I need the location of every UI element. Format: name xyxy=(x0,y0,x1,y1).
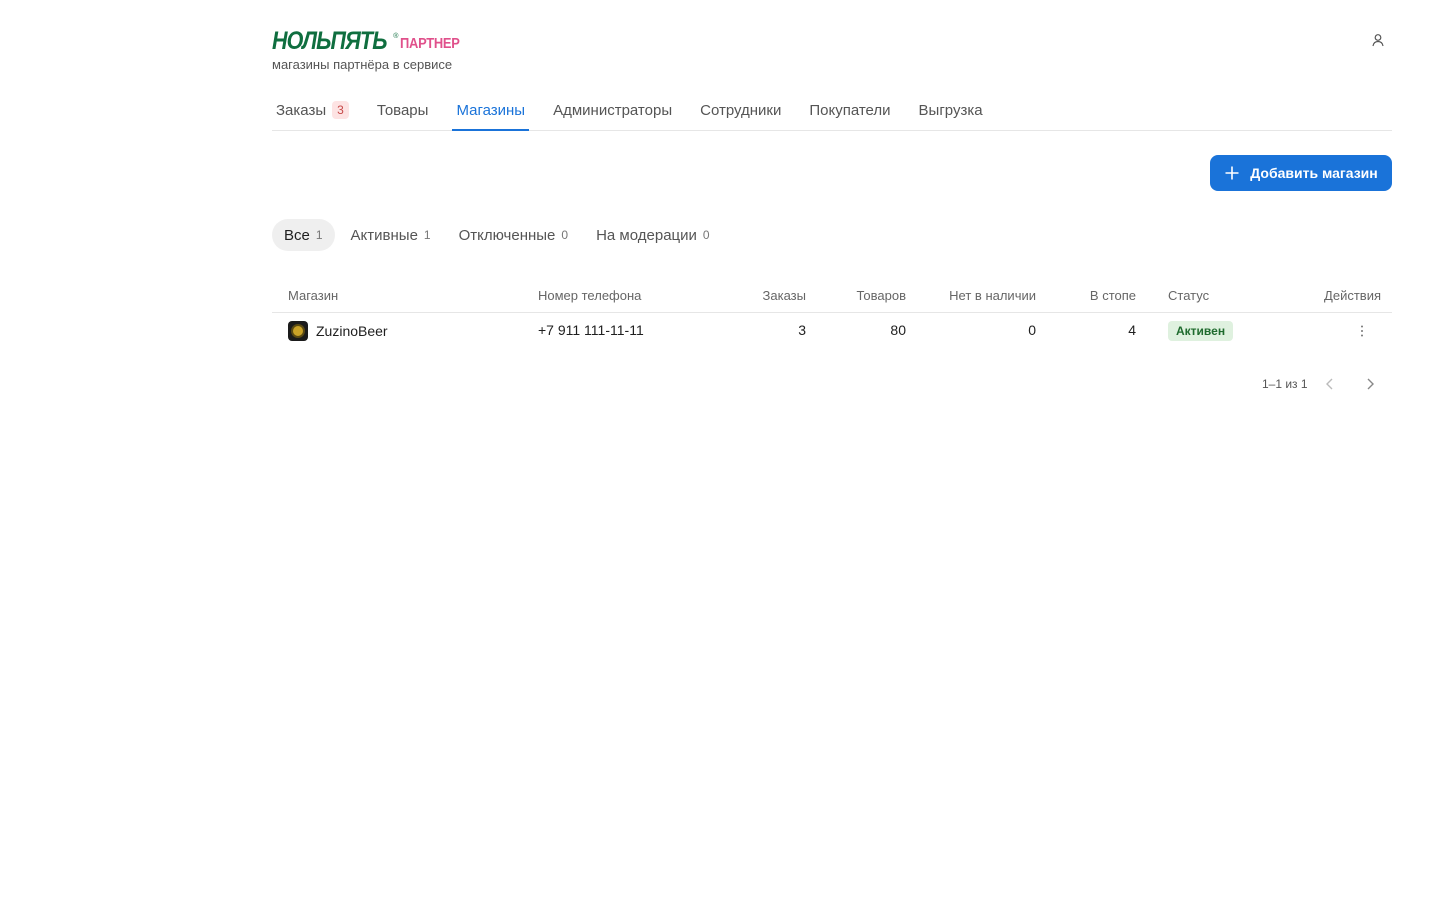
more-vertical-icon[interactable] xyxy=(1354,323,1370,339)
table-header: Магазин Номер телефона Заказы Товаров Не… xyxy=(272,280,1392,313)
user-icon[interactable] xyxy=(1370,32,1386,48)
filter-count: 1 xyxy=(315,228,323,242)
add-shop-button[interactable]: Добавить магазин xyxy=(1210,155,1392,191)
shop-cell[interactable]: ZuzinoBeer xyxy=(288,321,388,341)
tab-label: Администраторы xyxy=(553,101,673,119)
tab-customers[interactable]: Покупатели xyxy=(805,90,894,130)
filter-moderation[interactable]: На модерации 0 xyxy=(584,219,721,251)
shop-name: ZuzinoBeer xyxy=(316,323,388,339)
filter-all[interactable]: Все 1 xyxy=(272,219,335,251)
filter-count: 0 xyxy=(702,228,710,242)
add-shop-label: Добавить магазин xyxy=(1250,165,1378,181)
tab-employees[interactable]: Сотрудники xyxy=(696,90,785,130)
pagination: 1–1 из 1 xyxy=(1262,374,1378,394)
shop-orders: 3 xyxy=(798,322,806,338)
status-filters: Все 1 Активные 1 Отключенные 0 На модера… xyxy=(272,219,726,251)
shop-products: 80 xyxy=(890,322,906,338)
filter-active[interactable]: Активные 1 xyxy=(339,219,443,251)
column-stopped: В стопе xyxy=(1089,288,1136,303)
tab-products[interactable]: Товары xyxy=(373,90,433,130)
filter-label: Все xyxy=(284,226,310,244)
shop-phone: +7 911 111-11-11 xyxy=(538,322,644,338)
column-products: Товаров xyxy=(856,288,906,303)
filter-label: Активные xyxy=(350,226,418,244)
filter-count: 1 xyxy=(423,228,431,242)
orders-count-badge: 3 xyxy=(332,101,349,119)
tab-export[interactable]: Выгрузка xyxy=(915,90,987,130)
tab-label: Покупатели xyxy=(809,101,891,119)
status-cell: Активен xyxy=(1168,321,1234,341)
brand-logo[interactable]: НОЛЬПЯТЬ ® ПАРТНЕР xyxy=(272,24,470,54)
tab-shops[interactable]: Магазины xyxy=(452,90,529,131)
chevron-right-icon[interactable] xyxy=(1362,376,1378,392)
column-actions: Действия xyxy=(1324,288,1381,303)
column-orders: Заказы xyxy=(762,288,806,303)
table-row[interactable]: ZuzinoBeer +7 911 111-11-11 3 80 0 4 Акт… xyxy=(272,313,1392,349)
shop-stopped: 4 xyxy=(1128,322,1136,338)
tab-label: Сотрудники xyxy=(700,101,782,119)
pagination-range: 1–1 из 1 xyxy=(1262,377,1308,391)
row-actions[interactable] xyxy=(1354,323,1370,342)
page-header: НОЛЬПЯТЬ ® ПАРТНЕР магазины партнёра в с… xyxy=(272,24,1392,76)
tab-label: Магазины xyxy=(456,101,526,119)
logo-registered-mark: ® xyxy=(393,33,399,40)
tab-label: Товары xyxy=(376,101,429,119)
shops-table: Магазин Номер телефона Заказы Товаров Не… xyxy=(272,280,1392,349)
shop-avatar xyxy=(288,321,308,341)
chevron-left-icon[interactable] xyxy=(1322,376,1338,392)
main-tabs: Заказы 3 Товары Магазины Администраторы … xyxy=(272,90,1392,131)
filter-label: На модерации xyxy=(596,226,697,244)
column-status: Статус xyxy=(1168,288,1210,303)
column-out-of-stock: Нет в наличии xyxy=(949,288,1036,303)
tab-label: Заказы xyxy=(276,101,327,119)
tab-orders[interactable]: Заказы 3 xyxy=(272,90,353,130)
status-badge: Активен xyxy=(1168,321,1234,341)
column-phone: Номер телефона xyxy=(538,288,642,303)
filter-disabled[interactable]: Отключенные 0 xyxy=(447,219,580,251)
tab-label: Выгрузка xyxy=(918,101,983,119)
filter-label: Отключенные xyxy=(458,226,556,244)
logo-sub-text: ПАРТНЕР xyxy=(400,35,461,52)
plus-icon xyxy=(1225,166,1239,180)
column-shop: Магазин xyxy=(288,288,339,303)
logo-main-text: НОЛЬПЯТЬ xyxy=(272,27,387,55)
tab-administrators[interactable]: Администраторы xyxy=(549,90,676,130)
page-subtitle: магазины партнёра в сервисе xyxy=(272,57,453,72)
filter-count: 0 xyxy=(561,228,569,242)
shop-out-of-stock: 0 xyxy=(1028,322,1036,338)
